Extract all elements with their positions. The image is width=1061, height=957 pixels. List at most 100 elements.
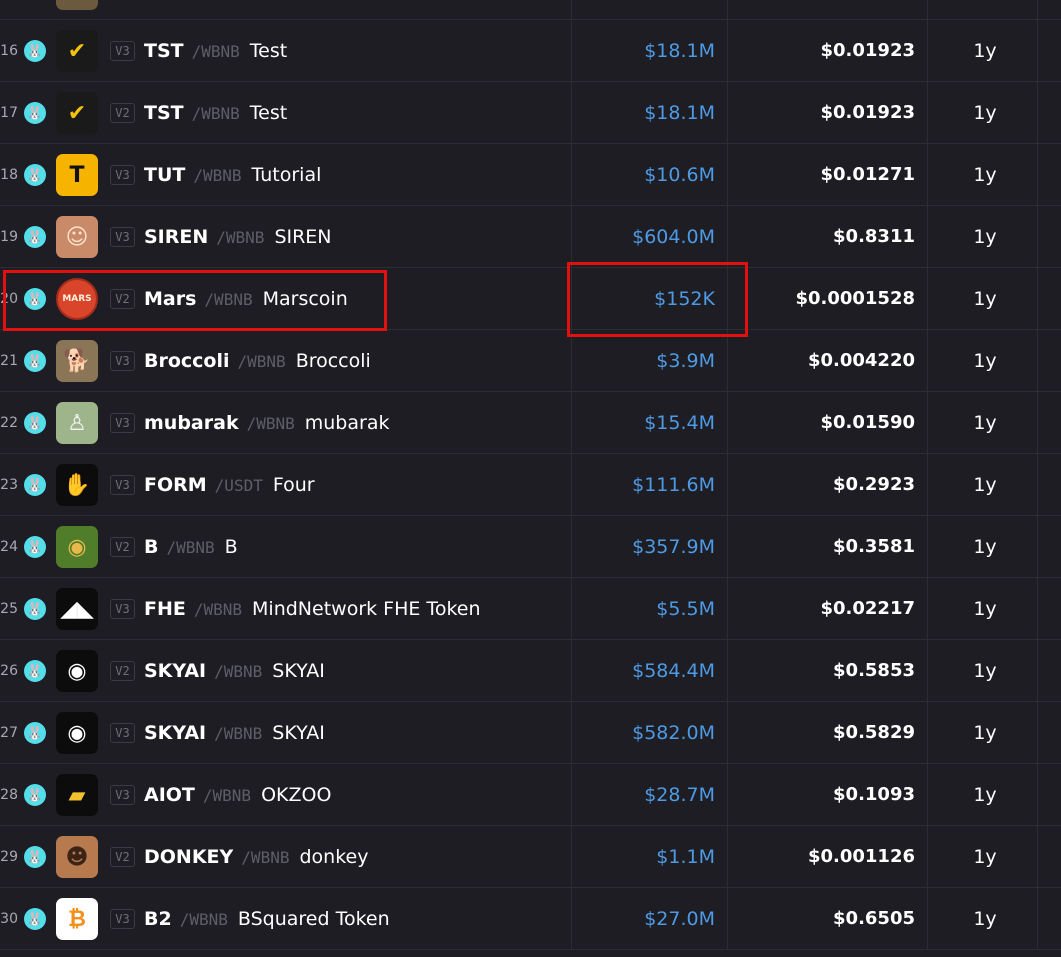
pancakeswap-bunny-icon: 🐰 <box>24 102 46 124</box>
token-symbol[interactable]: SKYAI <box>144 722 206 744</box>
price-value: $0.01271 <box>820 164 915 185</box>
pancakeswap-bunny-icon: 🐰 <box>24 226 46 248</box>
dex-version-badge: V2 <box>110 537 135 557</box>
table-row[interactable]: 17 🐰 ✔ V2 TST/WBNB Test $18.1M $0.01923 1y <box>0 82 1061 144</box>
token-name-cell[interactable]: FHE/WBNB MindNetwork FHE Token <box>144 578 481 640</box>
token-symbol[interactable]: AIOT <box>144 784 195 806</box>
table-row[interactable]: 27 🐰 ◉ V3 SKYAI/WBNB SKYAI $582.0M $0.5829 1y <box>0 702 1061 764</box>
row-index: 16 <box>0 43 18 59</box>
token-symbol[interactable]: SIREN <box>144 226 208 248</box>
token-full-name: SKYAI <box>272 660 325 682</box>
token-name-cell[interactable]: mubarak/WBNB mubarak <box>144 392 389 454</box>
pair-age: 1y <box>973 40 997 62</box>
table-row[interactable]: 23 🐰 ✋ V3 FORM/USDT Four $111.6M $0.2923 1y <box>0 454 1061 516</box>
token-full-name: Test <box>249 40 288 62</box>
table-row[interactable]: 21 🐰 🐕 V3 Broccoli/WBNB Broccoli $3.9M $0.00422… <box>0 330 1061 392</box>
price-value: $0.004220 <box>807 350 915 371</box>
pancakeswap-bunny-icon: 🐰 <box>24 350 46 372</box>
table-row[interactable]: 26 🐰 ◉ V2 SKYAI/WBNB SKYAI $584.4M $0.5853 1y <box>0 640 1061 702</box>
token-name-cell[interactable]: SKYAI/WBNB SKYAI <box>144 702 325 764</box>
dex-version-badge: V3 <box>110 351 135 371</box>
row-index: 28 <box>0 787 18 803</box>
dex-version-badge: V3 <box>110 227 135 247</box>
token-full-name: mubarak <box>304 412 390 434</box>
token-name-cell[interactable]: B/WBNB B <box>144 516 238 578</box>
dex-version-badge: V3 <box>110 785 135 805</box>
token-symbol[interactable]: B <box>144 536 158 558</box>
token-name-cell[interactable]: SIREN/WBNB SIREN <box>144 206 332 268</box>
price-value <box>730 0 915 20</box>
liquidity-value: $604.0M <box>632 226 715 248</box>
pancakeswap-bunny-icon: 🐰 <box>24 908 46 930</box>
pair-age: 1y <box>973 474 997 496</box>
row-index: 26 <box>0 663 18 679</box>
pancakeswap-bunny-icon: 🐰 <box>24 536 46 558</box>
token-symbol[interactable]: FORM <box>144 474 207 496</box>
pancakeswap-bunny-icon: 🐰 <box>24 164 46 186</box>
pair-age: 1y <box>973 412 997 434</box>
pancakeswap-bunny-icon: 🐰 <box>24 722 46 744</box>
token-name-cell[interactable]: DONKEY/WBNB donkey <box>144 826 368 888</box>
token-name-cell[interactable]: FORM/USDT Four <box>144 454 315 516</box>
token-pairs-table: 16 🐰 ✔ V3 TST/WBNB Test $18.1M $0.01923 1y 17 🐰 ✔ V2… <box>0 0 1061 950</box>
token-name-cell[interactable]: B2/WBNB BSquared Token <box>144 888 390 950</box>
dex-version-badge: V3 <box>110 413 135 433</box>
token-name-cell[interactable]: AIOT/WBNB OKZOO <box>144 764 331 826</box>
table-row[interactable]: 19 🐰 ☺ V3 SIREN/WBNB SIREN $604.0M $0.8311 1y <box>0 206 1061 268</box>
pancakeswap-bunny-icon: 🐰 <box>24 474 46 496</box>
token-full-name: OKZOO <box>261 784 332 806</box>
dex-version-badge: V2 <box>110 103 135 123</box>
token-full-name: MindNetwork FHE Token <box>252 598 481 620</box>
table-row[interactable]: 28 🐰 ▰ V3 AIOT/WBNB OKZOO $28.7M $0.1093 1y <box>0 764 1061 826</box>
liquidity-value: $5.5M <box>656 598 715 620</box>
row-index: 29 <box>0 849 18 865</box>
four-hand-logo-icon: ✋ <box>56 464 98 506</box>
token-name-cell[interactable]: TST/WBNB Test <box>144 82 287 144</box>
price-value: $0.8311 <box>833 226 915 247</box>
pair-age: 1y <box>973 288 997 310</box>
liquidity-value: $1.1M <box>656 846 715 868</box>
row-index <box>0 0 18 20</box>
liquidity-value: $18.1M <box>644 102 715 124</box>
dex-version-badge: V3 <box>110 909 135 929</box>
table-row[interactable]: 25 🐰 ◢◣ V3 FHE/WBNB MindNetwork FHE Token $5.5… <box>0 578 1061 640</box>
pancakeswap-bunny-icon: 🐰 <box>24 40 46 62</box>
highlight-box-mars-liquidity <box>567 262 748 337</box>
tutorial-t-logo-icon: T <box>56 154 98 196</box>
token-full-name: Test <box>249 102 288 124</box>
token-symbol[interactable]: DONKEY <box>144 846 233 868</box>
liquidity-value: $357.9M <box>632 536 715 558</box>
token-name-cell[interactable]: TUT/WBNB Tutorial <box>144 144 321 206</box>
price-value: $0.01590 <box>820 412 915 433</box>
table-row[interactable]: 22 🐰 ♙ V3 mubarak/WBNB mubarak $15.4M $0.01590 1… <box>0 392 1061 454</box>
liquidity-value: $18.1M <box>644 40 715 62</box>
token-symbol[interactable]: Broccoli <box>144 350 230 372</box>
okzoo-cheese-logo-icon: ▰ <box>56 774 98 816</box>
quote-pair: /WBNB <box>193 166 242 185</box>
table-row[interactable]: 18 🐰 T V3 TUT/WBNB Tutorial $10.6M $0.01271 1y <box>0 144 1061 206</box>
token-symbol[interactable]: SKYAI <box>144 660 206 682</box>
token-name-cell[interactable]: Broccoli/WBNB Broccoli <box>144 330 371 392</box>
token-name-cell[interactable]: SKYAI/WBNB SKYAI <box>144 640 325 702</box>
token-symbol[interactable]: TUT <box>144 164 185 186</box>
skyai-eye-logo-icon: ◉ <box>56 712 98 754</box>
price-value: $0.2923 <box>833 474 915 495</box>
token-name-cell[interactable]: TST/WBNB Test <box>144 20 287 82</box>
table-row[interactable]: 24 🐰 ◉ V2 B/WBNB B $357.9M $0.3581 1y <box>0 516 1061 578</box>
table-row[interactable]: 16 🐰 ✔ V3 TST/WBNB Test $18.1M $0.01923 1y <box>0 20 1061 82</box>
table-row[interactable]: 29 🐰 ☻ V2 DONKEY/WBNB donkey $1.1M $0.001126 1y <box>0 826 1061 888</box>
quote-pair: /WBNB <box>241 848 290 867</box>
table-row[interactable] <box>0 0 1061 20</box>
token-symbol[interactable]: B2 <box>144 908 172 930</box>
pair-age: 1y <box>973 536 997 558</box>
checkmark-logo-icon: ✔ <box>56 30 98 72</box>
price-value: $0.001126 <box>807 846 915 867</box>
token-name-cell[interactable] <box>144 0 162 20</box>
token-full-name: B <box>224 536 238 558</box>
token-symbol[interactable]: mubarak <box>144 412 239 434</box>
table-row[interactable]: 30 🐰 ₿ V3 B2/WBNB BSquared Token $27.0M $0.6505… <box>0 888 1061 950</box>
token-symbol[interactable]: TST <box>144 102 184 124</box>
token-symbol[interactable]: TST <box>144 40 184 62</box>
token-full-name: SIREN <box>274 226 332 248</box>
token-symbol[interactable]: FHE <box>144 598 186 620</box>
